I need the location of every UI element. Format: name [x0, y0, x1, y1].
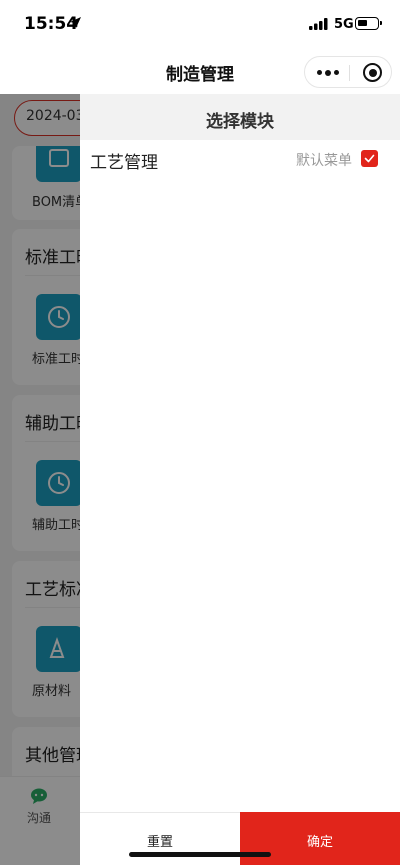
module-name: 工艺管理 [90, 153, 158, 173]
reset-button[interactable]: 重置 [80, 813, 240, 865]
home-indicator [129, 852, 271, 857]
battery-icon [355, 17, 382, 30]
default-menu-checkbox[interactable] [361, 150, 378, 167]
drawer-title: 选择模块 [80, 94, 400, 140]
location-arrow-icon [70, 17, 81, 28]
more-icon[interactable] [317, 66, 339, 78]
confirm-button[interactable]: 确定 [240, 812, 400, 865]
module-select-drawer: 选择模块 工艺管理 默认菜单 重置 确定 [80, 94, 400, 865]
module-row[interactable]: 工艺管理 默认菜单 [80, 140, 400, 178]
network-type: 5G [334, 17, 354, 32]
drawer-footer: 重置 确定 [80, 812, 400, 865]
close-miniprogram-icon[interactable] [363, 63, 382, 82]
nav-bar: 制造管理 [0, 50, 400, 94]
status-bar: 15:54 5G [0, 0, 400, 50]
default-menu-label: 默认菜单 [296, 153, 352, 169]
checkmark-icon [364, 154, 375, 163]
signal-icon [309, 18, 328, 30]
capsule-divider [349, 65, 350, 81]
mini-program-capsule [304, 56, 392, 88]
